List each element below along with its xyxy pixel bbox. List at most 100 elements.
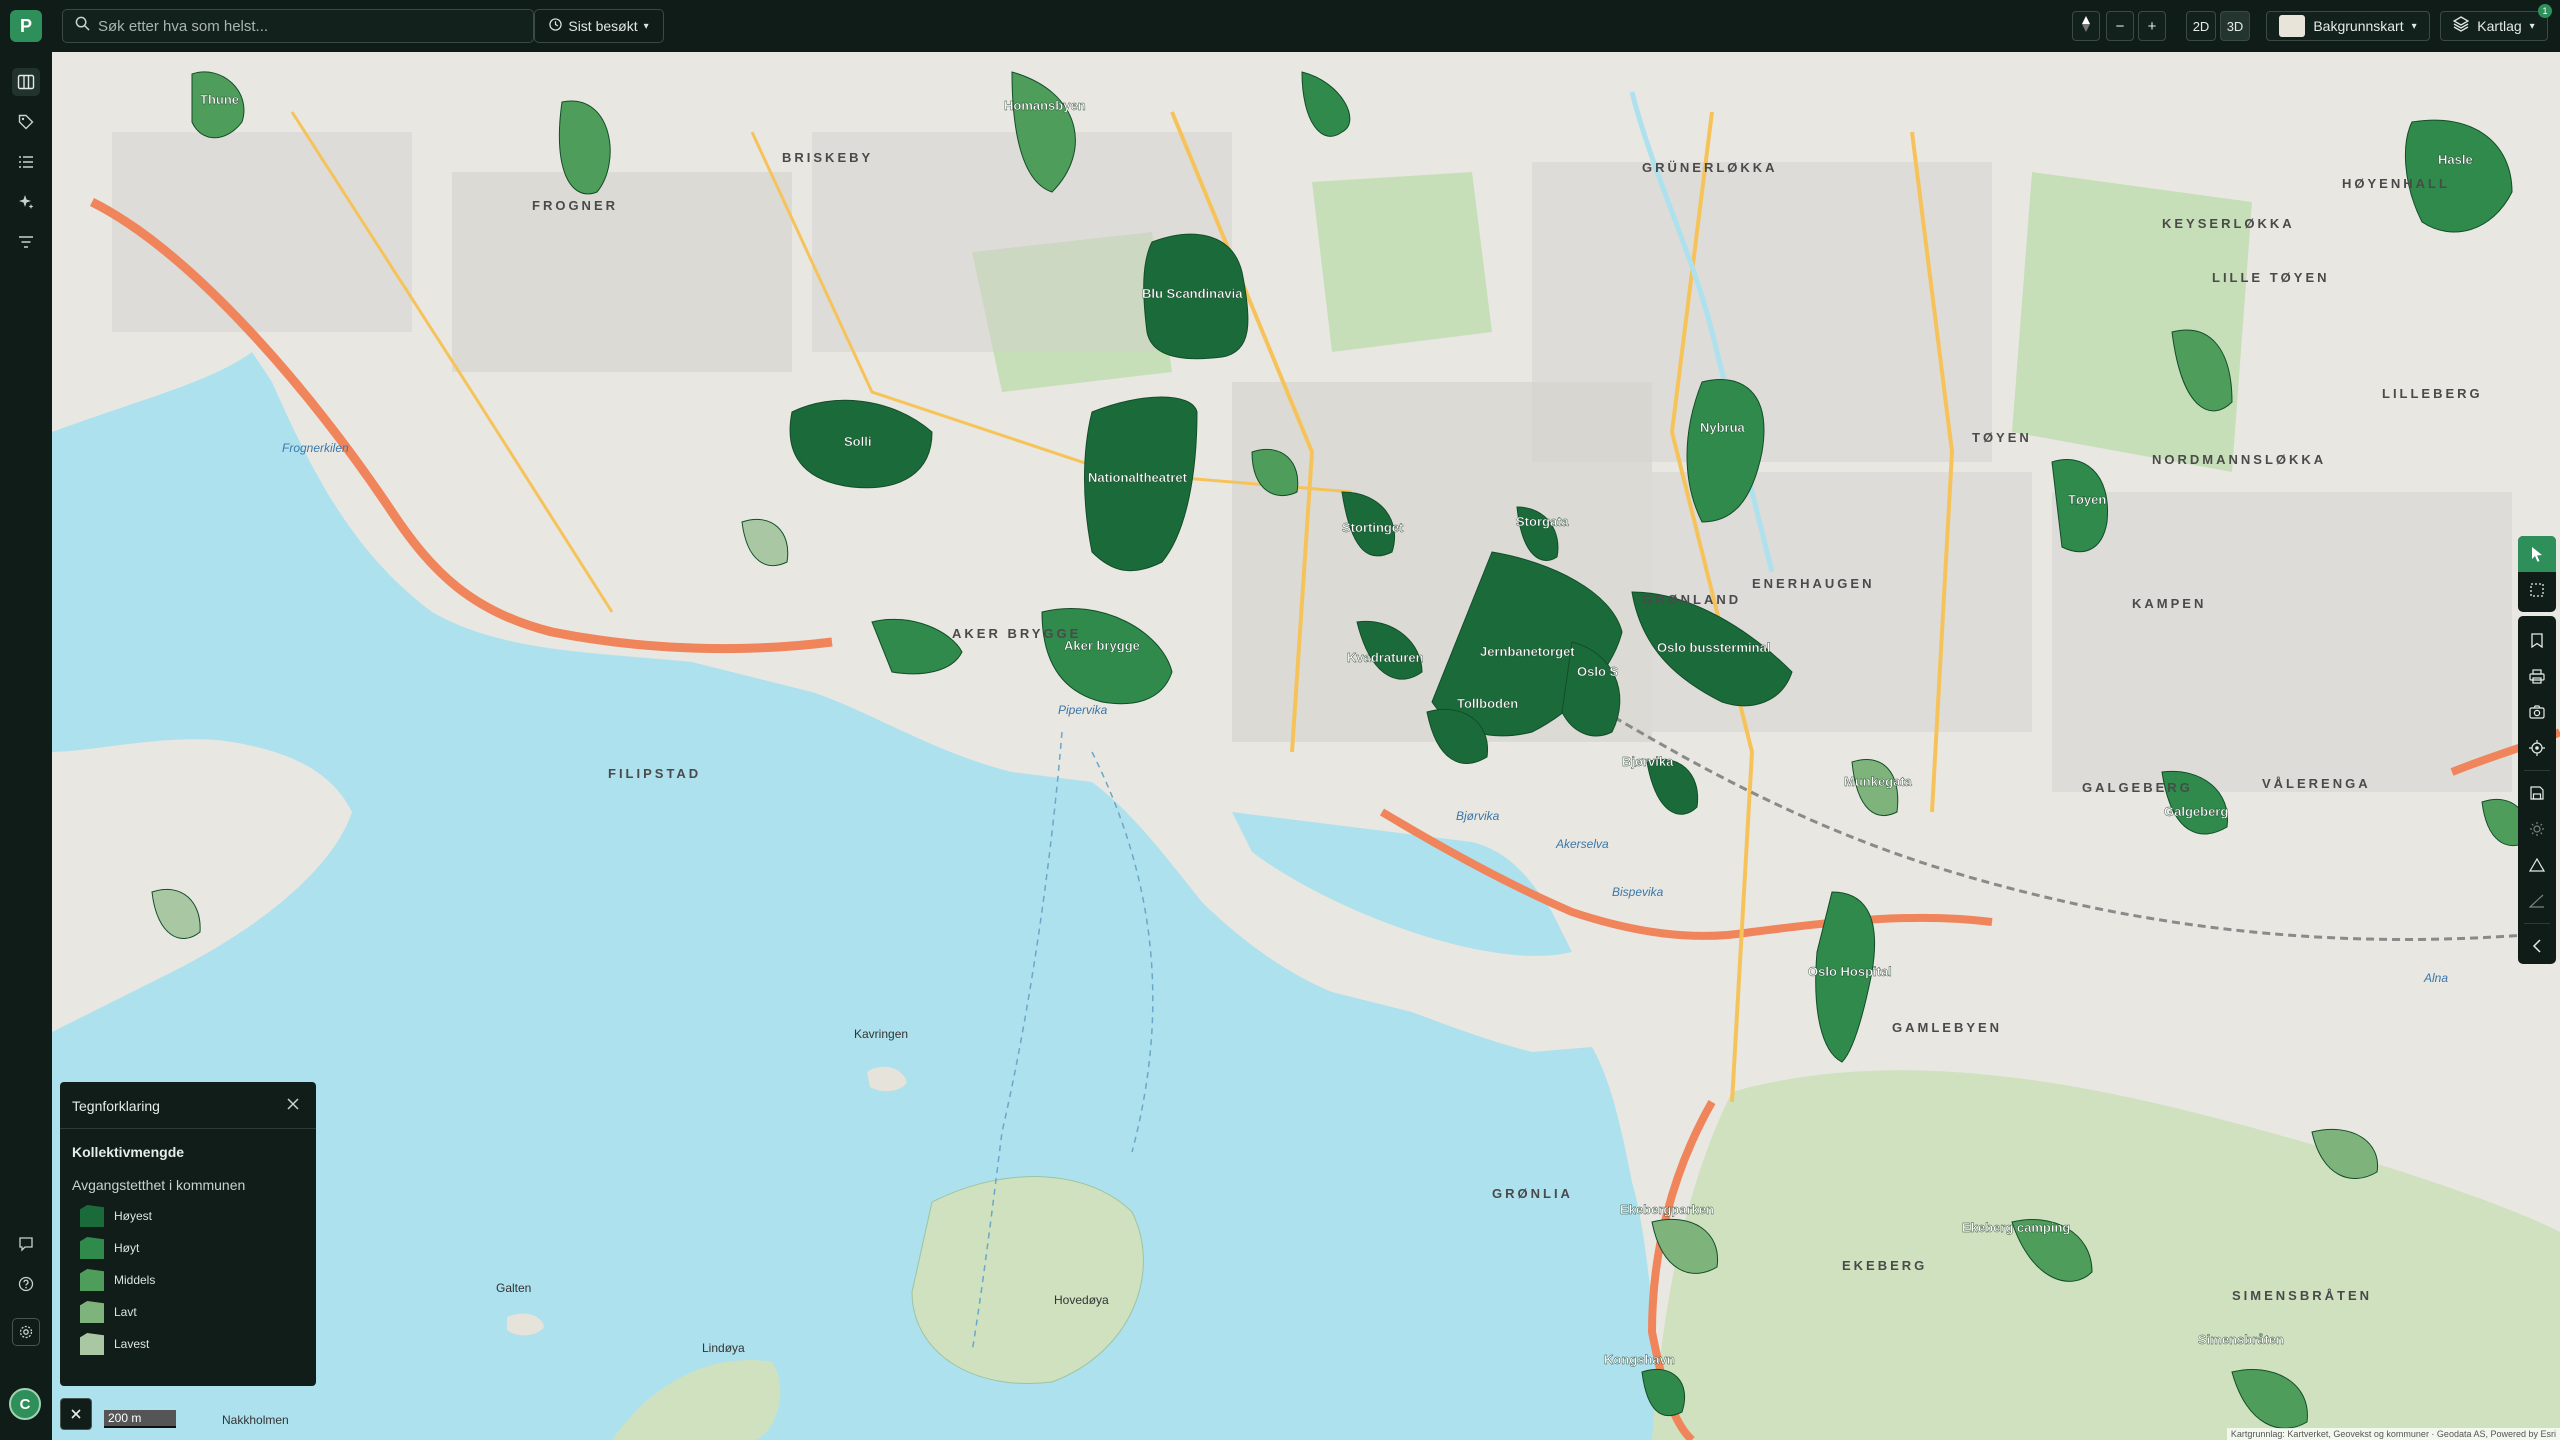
district-label: EKEBERG	[1842, 1258, 1927, 1273]
zone-label: Tollboden	[1457, 696, 1518, 711]
district-label: NORDMANNSLØKKA	[2152, 452, 2326, 467]
layers-button[interactable]: Kartlag ▾	[2440, 11, 2548, 41]
district-label: AKER BRYGGE	[952, 626, 1081, 641]
district-label: GRÜNERLØKKA	[1642, 160, 1778, 175]
search-input[interactable]	[96, 16, 496, 36]
zoom-in-button[interactable]: +	[2138, 11, 2166, 41]
chevron-down-icon: ▾	[643, 20, 649, 32]
settings-icon[interactable]	[12, 1318, 40, 1346]
mode-2d-button[interactable]: 2D	[2186, 11, 2216, 41]
legend-item-label: Høyest	[114, 1209, 153, 1223]
district-label: KAMPEN	[2132, 596, 2206, 611]
district-label: GAMLEBYEN	[1892, 1020, 2002, 1035]
legend-swatch-icon	[80, 1301, 104, 1323]
zone-label: Kongshavn	[1604, 1352, 1675, 1367]
search-box[interactable]	[62, 9, 534, 43]
compass-button[interactable]	[2072, 11, 2100, 41]
zone-label: Galgeberg	[2164, 804, 2228, 819]
map-icon[interactable]	[12, 68, 40, 96]
island-label: Hovedøya	[1054, 1293, 1109, 1307]
location-icon[interactable]	[2518, 730, 2556, 766]
clock-icon	[549, 18, 563, 34]
save-icon[interactable]	[2518, 775, 2556, 811]
legend-title: Tegnforklaring	[72, 1098, 160, 1114]
district-label: KEYSERLØKKA	[2162, 216, 2295, 231]
map-attribution: Kartgrunnlag: Kartverket, Geovekst og ko…	[2226, 1428, 2560, 1440]
basemap-thumbnail-icon	[2279, 15, 2306, 37]
close-icon	[71, 1409, 81, 1419]
zone-label: Tøyen	[2068, 492, 2106, 507]
recent-button[interactable]: Sist besøkt ▾	[534, 9, 664, 43]
print-icon[interactable]	[2518, 658, 2556, 694]
map-tools-top	[2518, 536, 2556, 612]
zone-label: Blu Scandinavia	[1142, 286, 1243, 301]
measure-icon[interactable]	[2518, 847, 2556, 883]
basemap-label: Bakgrunnskart	[2313, 18, 2404, 34]
legend-item: Lavest	[80, 1332, 149, 1356]
water-label: Akerselva	[1555, 837, 1609, 851]
user-avatar[interactable]: C	[9, 1388, 41, 1420]
island-label: Lindøya	[702, 1341, 745, 1355]
zone-label: Jernbanetorget	[1480, 644, 1575, 659]
district-label: HØYENHALL	[2342, 176, 2450, 191]
search-icon	[75, 16, 90, 36]
district-label: LILLEBERG	[2382, 386, 2483, 401]
district-label: GALGEBERG	[2082, 780, 2193, 795]
chevron-down-icon: ▾	[2529, 20, 2535, 32]
map-canvas[interactable]: BRISKEBY FROGNER GRÜNERLØKKA KEYSERLØKKA…	[52, 52, 2560, 1440]
water-label: Frognerkilen	[282, 441, 349, 455]
legend-divider	[60, 1128, 316, 1129]
legend-item-label: Middels	[114, 1273, 156, 1287]
legend-swatch-icon	[80, 1333, 104, 1355]
legend-item: Høyest	[80, 1204, 152, 1228]
zone-label: Nationaltheatret	[1088, 470, 1188, 485]
zoom-out-button[interactable]: −	[2106, 11, 2134, 41]
district-label: VÅLERENGA	[2262, 776, 2371, 791]
zone-label: Kvadraturen	[1347, 650, 1424, 665]
basemap-selector[interactable]: Bakgrunnskart ▾	[2266, 11, 2430, 41]
bookmark-icon[interactable]	[2518, 622, 2556, 658]
mode-3d-button[interactable]: 3D	[2220, 11, 2250, 41]
top-bar: P Sist besøkt ▾ − + 2D 3D Bakgrunnskart …	[0, 0, 2560, 52]
zone-label: Hasle	[2438, 152, 2473, 167]
zone-label: Stortinget	[1342, 520, 1404, 535]
legend-swatch-icon	[80, 1269, 104, 1291]
district-label: ENERHAUGEN	[1752, 576, 1874, 591]
chat-icon[interactable]	[12, 1230, 40, 1258]
legend-swatch-icon	[80, 1205, 104, 1227]
legend-panel: Tegnforklaring Kollektivmengde Avgangste…	[60, 1082, 316, 1386]
legend-subtitle: Avgangstetthet i kommunen	[72, 1177, 246, 1193]
legend-item-label: Lavt	[114, 1305, 137, 1319]
island-label: Galten	[496, 1281, 531, 1295]
sparkle-icon[interactable]	[12, 188, 40, 216]
help-icon[interactable]	[12, 1270, 40, 1298]
app-logo[interactable]: P	[10, 10, 42, 42]
layers-icon	[2452, 16, 2470, 36]
zone-label: Thune	[200, 92, 239, 107]
cursor-icon[interactable]	[2518, 536, 2556, 572]
collapse-icon[interactable]	[2518, 928, 2556, 964]
sun-icon[interactable]	[2518, 811, 2556, 847]
select-box-icon[interactable]	[2518, 572, 2556, 608]
list-icon[interactable]	[12, 148, 40, 176]
zone-label: Oslo S	[1577, 664, 1619, 679]
zone-label: Aker brygge	[1064, 638, 1140, 653]
close-icon[interactable]	[282, 1094, 304, 1116]
scale-bar: 200 m	[104, 1410, 176, 1428]
zone-label: Munkegata	[1844, 774, 1913, 789]
tag-icon[interactable]	[12, 108, 40, 136]
close-legend-button[interactable]	[60, 1398, 92, 1430]
legend-item-label: Høyt	[114, 1241, 140, 1255]
zone-label: Oslo Hospital	[1808, 964, 1892, 979]
district-label: SIMENSBRÅTEN	[2232, 1288, 2372, 1303]
zone-label: Nybrua	[1700, 420, 1746, 435]
zone-label: Ekeberg camping	[1962, 1220, 2070, 1235]
legend-item: Middels	[80, 1268, 155, 1292]
district-label: GRØNLAND	[1642, 592, 1741, 607]
left-sidebar	[0, 52, 52, 1440]
camera-icon[interactable]	[2518, 694, 2556, 730]
district-label: LILLE TØYEN	[2212, 270, 2330, 285]
layers-count-badge: 1	[2538, 4, 2552, 18]
filter-icon[interactable]	[12, 228, 40, 256]
angle-icon[interactable]	[2518, 883, 2556, 919]
